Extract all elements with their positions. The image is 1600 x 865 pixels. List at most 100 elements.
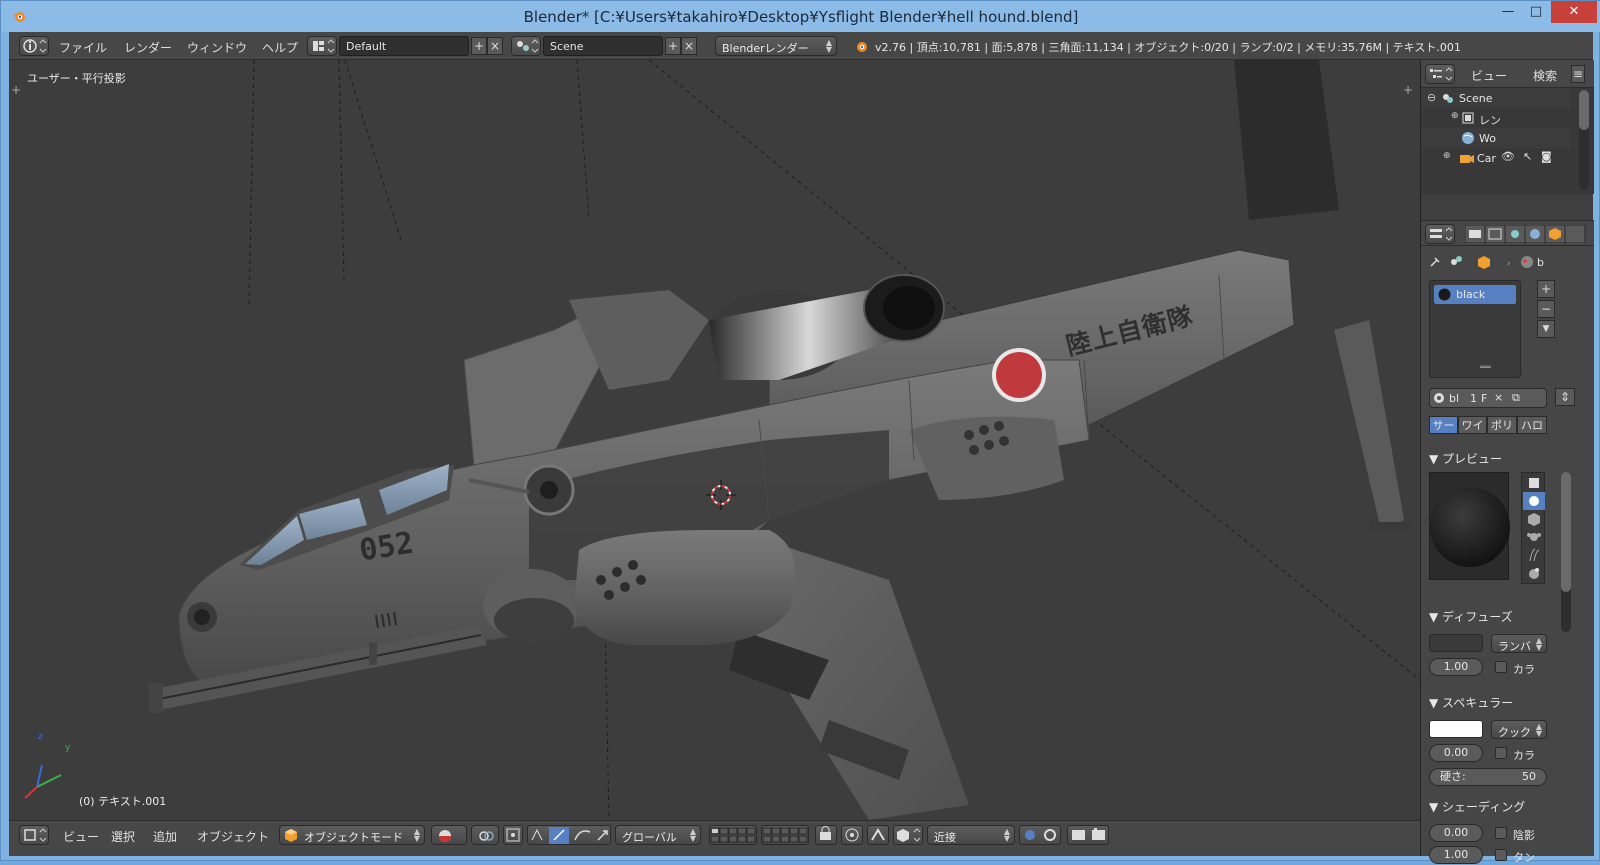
maximize-button[interactable]: □ [1523,1,1549,23]
minimize-button[interactable]: — [1495,1,1521,23]
viewport-editor-type-button[interactable] [19,825,49,845]
outliner-item-scene[interactable]: ⊖ Scene [1421,88,1571,108]
tangent-shading-checkbox[interactable] [1495,849,1507,861]
remove-layout-icon[interactable]: × [487,37,503,55]
outliner-scroll-thumb[interactable] [1579,90,1589,130]
preview-cube-icon[interactable] [1523,510,1545,528]
shadeless-checkbox[interactable] [1495,827,1507,839]
tab-halo[interactable]: ハロ [1517,416,1547,434]
snap-target-dropdown[interactable]: 近接 ▲ ▼ [927,825,1015,845]
menu-help[interactable]: ヘルプ [262,39,298,56]
menu-add[interactable]: 追加 [153,828,177,845]
viewport-properties-toggle[interactable]: + [1403,83,1413,97]
outliner-display-mode-icon[interactable]: ≡ [1571,65,1585,83]
preview-hair-icon[interactable] [1523,546,1545,564]
properties-scrollbar[interactable] [1561,472,1571,632]
material-slot-item[interactable]: black [1434,285,1516,304]
outliner-item-render-layers[interactable]: ⊕ レン [1421,108,1571,128]
outliner-item-camera[interactable]: ⊕ Car 👁 ↖ ◙ [1421,148,1571,168]
menu-select[interactable]: 選択 [111,828,135,845]
material-specials-icon[interactable]: ▼ [1537,320,1555,338]
close-button[interactable]: ✕ [1551,1,1597,23]
add-scene-icon[interactable]: + [665,37,681,55]
renderability-camera-icon[interactable]: ◙ [1541,150,1552,163]
list-resize-handle-icon[interactable]: ══ [1480,363,1491,373]
outliner-menu-search[interactable]: 検索 [1533,67,1557,84]
viewport-toolshelf-toggle[interactable]: + [11,83,21,97]
properties-context-tabs[interactable] [1465,225,1591,243]
outliner-scrollbar[interactable] [1579,90,1589,190]
expand-icon[interactable]: ⊕ [1451,111,1459,121]
material-browse-icon[interactable] [1433,392,1445,404]
proportional-editing-button[interactable] [841,825,863,845]
preview-type-column[interactable] [1521,472,1545,584]
manipulate-centers-button[interactable] [503,825,523,845]
properties-editor-type-button[interactable] [1425,224,1455,244]
specular-color-swatch[interactable] [1429,720,1483,738]
pivot-point-dropdown[interactable] [471,825,499,845]
screen-layout-selector[interactable] [307,36,337,56]
diffuse-intensity-field[interactable]: 1.00 [1429,658,1483,676]
visibility-eye-icon[interactable]: 👁 [1501,150,1515,163]
specular-hardness-field[interactable]: 硬さ: 50 [1429,768,1547,786]
add-layout-icon[interactable]: + [471,37,487,55]
menu-window[interactable]: ウィンドウ [187,39,247,56]
specular-ramp-checkbox[interactable] [1495,747,1507,759]
menu-file[interactable]: ファイル [59,39,107,56]
menu-object[interactable]: オブジェクト [197,828,269,845]
preview-sphere-icon[interactable] [1523,492,1545,510]
expand-icon[interactable]: ⊕ [1443,151,1451,161]
3d-viewport[interactable]: + + ユーザー・平行投影 (0) テキスト.001 陸上自衛隊 052 y z [9,60,1420,820]
layer-lock-button[interactable] [815,825,837,845]
diffuse-shader-dropdown[interactable]: ランバ ▲ ▼ [1491,634,1547,653]
outliner-menu-view[interactable]: ビュー [1471,67,1507,84]
collapse-icon[interactable]: ⊖ [1427,91,1436,104]
screen-layout-name[interactable]: Default [339,36,469,56]
preview-monkey-icon[interactable] [1523,528,1545,546]
scene-name[interactable]: Scene [543,36,663,56]
outliner-item-world[interactable]: Wo [1421,128,1571,148]
preview-sky-icon[interactable] [1523,564,1545,582]
menu-render[interactable]: レンダー [124,39,172,56]
panel-preview-title[interactable]: ▼ プレビュー [1429,450,1502,467]
shading-emit-field[interactable]: 0.00 [1429,824,1483,842]
duplicate-material-icon[interactable]: ⧉ [1512,391,1520,405]
outliner-editor-type-button[interactable] [1425,64,1455,84]
interaction-mode-dropdown[interactable]: オブジェクトモード ▲ ▼ [279,825,425,845]
layer-buttons-1[interactable] [709,825,757,845]
menu-view[interactable]: ビュー [63,828,99,845]
editor-type-button[interactable] [19,36,49,56]
snap-options-group[interactable] [1019,825,1061,845]
transform-orientation-dropdown[interactable]: グローバル ▲ ▼ [615,825,701,845]
material-link-dropdown-icon[interactable]: ⇕ [1555,388,1575,406]
preview-flat-icon[interactable] [1523,474,1545,492]
selectability-cursor-icon[interactable]: ↖ [1523,150,1532,163]
transform-manipulator-group[interactable] [527,825,611,845]
shading-ambient-field[interactable]: 1.00 [1429,846,1483,864]
tab-volume[interactable]: ポリ [1487,416,1517,434]
specular-intensity-field[interactable]: 0.00 [1429,744,1483,762]
material-id-name[interactable]: bl [1449,392,1459,405]
remove-material-slot-icon[interactable]: − [1537,300,1555,318]
scene-selector[interactable] [511,36,541,56]
material-slot-list[interactable]: black ══ [1429,280,1521,378]
properties-scroll-thumb[interactable] [1561,472,1571,592]
outliner-tree[interactable]: ⊖ Scene ⊕ レン Wo ⊕ Car 👁 ↖ ◙ [1421,88,1594,194]
tab-wire[interactable]: ワイ [1458,416,1487,434]
remove-scene-icon[interactable]: × [681,37,697,55]
snap-toggle-button[interactable] [867,825,889,845]
material-id-block[interactable]: bl 1 F × ⧉ [1429,388,1547,408]
panel-specular-title[interactable]: ▼ スペキュラー [1429,694,1513,711]
specular-shader-dropdown[interactable]: クック ▲ ▼ [1491,720,1547,739]
render-engine-dropdown[interactable]: Blenderレンダー ▲ ▼ [715,36,837,56]
snap-element-dropdown[interactable] [893,825,923,845]
material-user-count[interactable]: 1 [1470,392,1477,405]
tab-surface[interactable]: サー [1429,416,1458,434]
panel-diffuse-title[interactable]: ▼ ディフューズ [1429,608,1513,625]
diffuse-color-swatch[interactable] [1429,634,1483,652]
diffuse-ramp-checkbox[interactable] [1495,661,1507,673]
render-buttons-group[interactable] [1067,825,1109,845]
viewport-shading-dropdown[interactable] [431,825,467,845]
layer-buttons-2[interactable] [761,825,809,845]
material-fake-user[interactable]: F [1481,392,1487,405]
